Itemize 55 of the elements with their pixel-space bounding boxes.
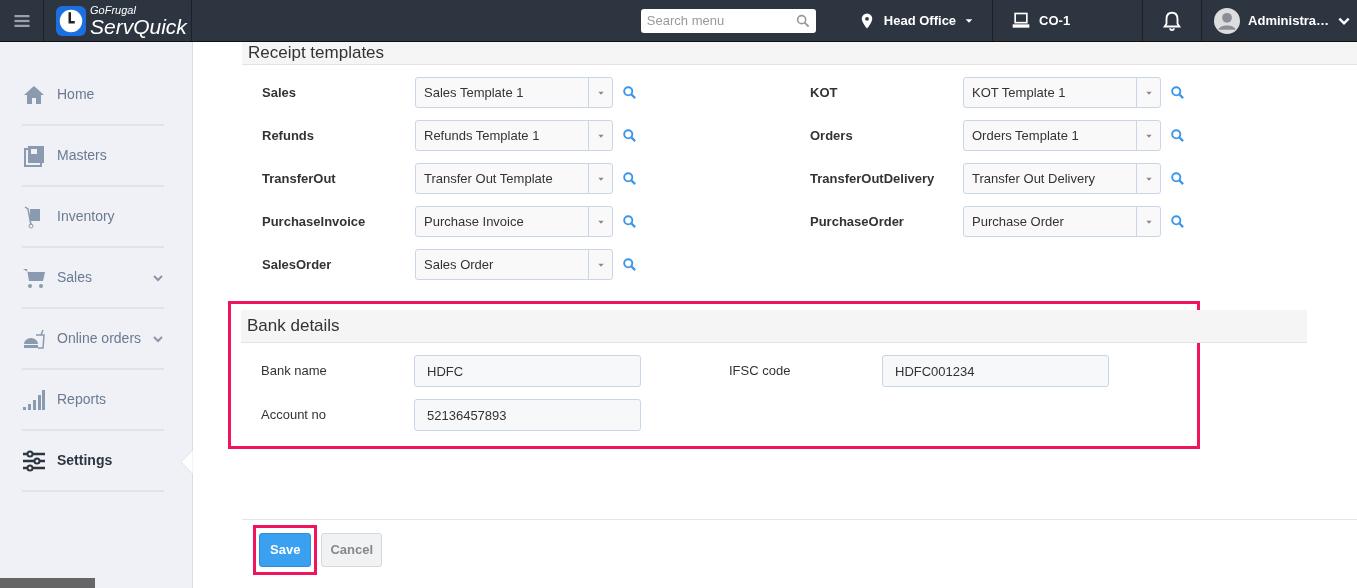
template-select[interactable]: Sales Order bbox=[415, 249, 613, 280]
text-field[interactable]: HDFC001234 bbox=[882, 355, 1109, 387]
field-label: Orders bbox=[810, 127, 854, 145]
field-label: Sales bbox=[262, 84, 297, 102]
avatar-icon bbox=[1214, 7, 1241, 34]
search-icon[interactable] bbox=[1170, 128, 1185, 143]
sidebar-item[interactable]: Reports bbox=[22, 370, 164, 431]
template-select[interactable]: KOT Template 1 bbox=[963, 77, 1161, 108]
field-label: Refunds bbox=[262, 127, 315, 145]
sidebar-item[interactable]: Sales bbox=[22, 248, 164, 309]
search-icon[interactable] bbox=[622, 171, 637, 186]
text-field[interactable]: HDFC bbox=[414, 355, 641, 387]
template-select[interactable]: Transfer Out Delivery bbox=[963, 163, 1161, 194]
sliders-icon bbox=[22, 448, 46, 473]
documents-icon bbox=[22, 143, 46, 168]
search-icon[interactable] bbox=[1170, 85, 1185, 100]
clock-icon bbox=[56, 5, 86, 36]
template-select[interactable]: Purchase Order bbox=[963, 206, 1161, 237]
brand-name: GoFrugal bbox=[90, 4, 137, 16]
field-label: Bank name bbox=[261, 362, 328, 380]
field-label: PurchaseOrder bbox=[810, 213, 905, 231]
field-label: Account no bbox=[261, 406, 328, 424]
search-icon[interactable] bbox=[794, 12, 811, 29]
sidebar-item[interactable]: Home bbox=[22, 65, 164, 126]
field-label: TransferOutDelivery bbox=[810, 170, 936, 188]
template-select[interactable]: Orders Template 1 bbox=[963, 120, 1161, 151]
section-header: Bank details bbox=[241, 310, 1307, 343]
search-icon[interactable] bbox=[622, 257, 637, 272]
template-select[interactable]: Refunds Template 1 bbox=[415, 120, 613, 151]
template-select[interactable]: Sales Template 1 bbox=[415, 77, 613, 108]
field-label: KOT bbox=[810, 84, 839, 102]
sidebar-item[interactable]: Masters bbox=[22, 126, 164, 187]
search-icon[interactable] bbox=[622, 214, 637, 229]
field-label: PurchaseInvoice bbox=[262, 213, 367, 231]
sidebar-item[interactable]: Settings bbox=[22, 431, 164, 492]
location-dropdown[interactable]: Head Office bbox=[839, 0, 994, 41]
section-header: Receipt templates bbox=[242, 42, 1357, 65]
search-icon[interactable] bbox=[1170, 171, 1185, 186]
product-name: ServQuick bbox=[90, 15, 187, 37]
terminal-name: CO-1 bbox=[1039, 11, 1071, 30]
bar-chart-icon bbox=[22, 387, 46, 412]
field-label: IFSC code bbox=[729, 362, 792, 380]
search-field[interactable]: Search menu bbox=[640, 8, 816, 33]
user-menu[interactable]: Administra… bbox=[1202, 0, 1357, 41]
template-select[interactable]: Transfer Out Template bbox=[415, 163, 613, 194]
search-icon[interactable] bbox=[622, 128, 637, 143]
text-field[interactable]: 52136457893 bbox=[414, 399, 641, 431]
search-icon[interactable] bbox=[1170, 214, 1185, 229]
search-icon[interactable] bbox=[622, 85, 637, 100]
template-select[interactable]: Purchase Invoice bbox=[415, 206, 613, 237]
field-label: SalesOrder bbox=[262, 256, 333, 274]
computer-icon bbox=[1011, 10, 1032, 31]
sidebar-item[interactable]: Online orders bbox=[22, 309, 164, 370]
sidebar-item[interactable]: Inventory bbox=[22, 187, 164, 248]
field-label: TransferOut bbox=[262, 170, 337, 188]
